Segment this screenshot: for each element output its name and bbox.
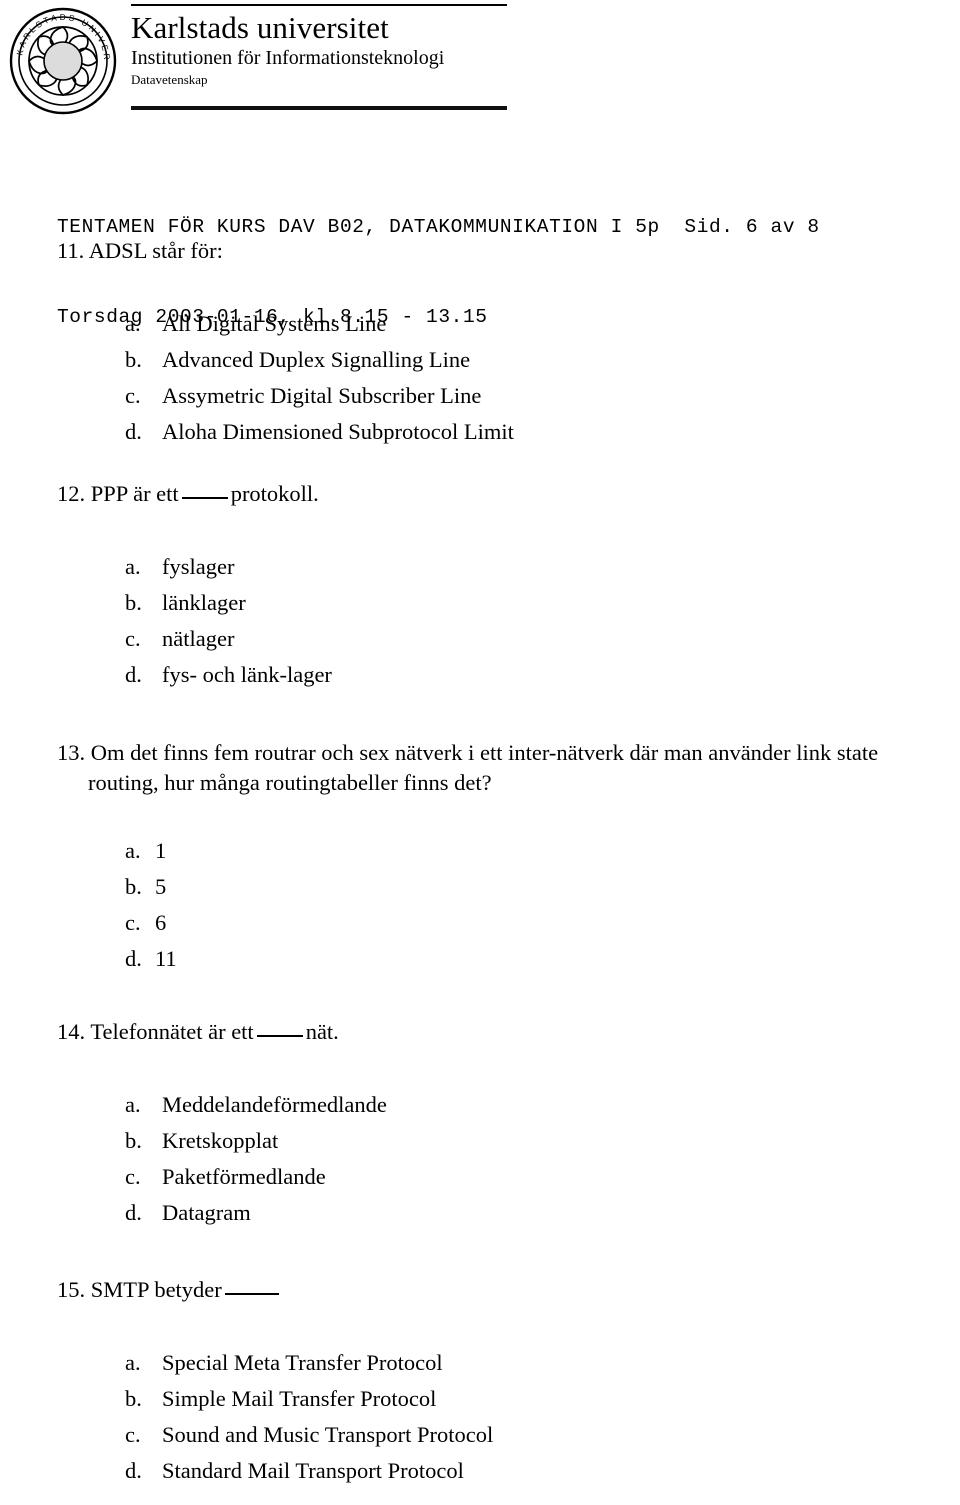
exam-title: TENTAMEN FÖR KURS DAV B02, DATAKOMMUNIKA… [57,216,660,238]
choice-15-d-label: d. [125,1458,142,1483]
choice-13-a-text: 1 [155,838,167,863]
choice-15-b-label: b. [125,1386,142,1411]
question-11-text: 11. ADSL står för: [57,236,937,266]
question-13-number: 13. [57,740,86,765]
choice-13-b[interactable]: b. 5 [125,869,937,905]
choice-14-c-text: Paketförmedlande [162,1164,326,1189]
question-12-body-before: PPP är ett [90,481,179,506]
subject-name: Datavetenskap [131,72,208,87]
choice-12-a[interactable]: a. fyslager [125,549,937,585]
question-13: 13. Om det finns fem routrar och sex nät… [57,738,937,993]
university-seal-icon: KARLSTADS UNIVERSITET [4,0,118,116]
choice-13-a[interactable]: a. 1 [125,833,937,869]
choice-12-c-label: c. [125,626,141,651]
question-14-body-after: nät. [305,1019,339,1044]
choice-13-c-text: 6 [155,910,167,935]
question-14-body-before: Telefonnätet är ett [90,1019,254,1044]
question-11-number: 11. [57,238,85,263]
choice-12-c[interactable]: c. nätlager [125,621,937,657]
choice-12-b-text: länklager [162,590,246,615]
choice-11-c-label: c. [125,383,141,408]
question-13-body: Om det finns fem routrar och sex nätverk… [88,740,879,795]
choice-14-a-label: a. [125,1092,141,1117]
question-11-body: ADSL står för: [88,238,223,263]
question-13-choices: a. 1 b. 5 c. 6 d. 11 [125,833,937,977]
choice-15-b[interactable]: b. Simple Mail Transfer Protocol [125,1381,937,1417]
question-12: 12. PPP är ett protokoll. a. fyslager b. lä… [57,479,937,709]
university-name: Karlstads universitet [131,10,389,45]
choice-15-c-text: Sound and Music Transport Protocol [162,1422,494,1447]
choice-12-a-label: a. [125,554,141,579]
choice-15-b-text: Simple Mail Transfer Protocol [162,1386,437,1411]
choice-14-d-label: d. [125,1200,142,1225]
choice-13-d[interactable]: d. 11 [125,941,937,977]
question-12-choices: a. fyslager b. länklager c. nätlager d. fys-… [125,549,937,693]
question-14-blank [256,1035,303,1037]
question-15-body-before: SMTP betyder [90,1277,222,1302]
choice-15-c[interactable]: c. Sound and Music Transport Protocol [125,1417,937,1453]
letterhead-text: Karlstads universitet Institutionen för … [131,4,507,88]
question-12-text: 12. PPP är ett protokoll. [57,479,937,509]
choice-11-c[interactable]: c. Assymetric Digital Subscriber Line [125,378,937,414]
question-15-blank [224,1293,279,1295]
choice-14-c[interactable]: c. Paketförmedlande [125,1159,937,1195]
choice-11-c-text: Assymetric Digital Subscriber Line [162,383,482,408]
choice-11-d[interactable]: d. Aloha Dimensioned Subprotocol Limit [125,414,937,450]
question-12-body-after: protokoll. [230,481,319,506]
question-15-choices: a. Special Meta Transfer Protocol b. Simpl… [125,1345,937,1489]
choice-14-c-label: c. [125,1164,141,1189]
choice-14-a[interactable]: a. Meddelandeförmedlande [125,1087,937,1123]
question-15: 15. SMTP betyder a. Special Meta Transfer… [57,1275,937,1505]
choice-11-a-label: a. [125,311,141,336]
choice-14-b[interactable]: b. Kretskopplat [125,1123,937,1159]
choice-14-d[interactable]: d. Datagram [125,1195,937,1231]
question-15-number: 15. [57,1277,86,1302]
choice-11-b[interactable]: b. Advanced Duplex Signalling Line [125,342,937,378]
choice-11-b-label: b. [125,347,142,372]
choice-15-a-text: Special Meta Transfer Protocol [162,1350,443,1375]
choice-12-b-label: b. [125,590,142,615]
letterhead: KARLSTADS UNIVERSITET Karlsta [0,0,960,128]
department-name: Institutionen för Informationsteknologi [131,47,445,69]
choice-12-a-text: fyslager [162,554,235,579]
choice-11-a-text: All Digital Systems Line [162,311,387,336]
choice-13-b-label: b. [125,874,142,899]
letterhead-top-rule [131,4,507,6]
choice-15-d[interactable]: d. Standard Mail Transport Protocol [125,1453,937,1489]
choice-11-d-text: Aloha Dimensioned Subprotocol Limit [162,419,514,444]
choice-11-d-label: d. [125,419,142,444]
choice-13-b-text: 5 [155,874,167,899]
choice-14-b-text: Kretskopplat [162,1128,279,1153]
choice-14-d-text: Datagram [162,1200,251,1225]
choice-15-a-label: a. [125,1350,141,1375]
choice-12-d-text: fys- och länk-lager [162,662,332,687]
choice-11-a[interactable]: a. All Digital Systems Line [125,306,937,342]
choice-13-d-text: 11 [155,946,177,971]
choice-13-d-label: d. [125,946,142,971]
choice-14-b-label: b. [125,1128,142,1153]
choice-14-a-text: Meddelandeförmedlande [162,1092,387,1117]
question-14-choices: a. Meddelandeförmedlande b. Kretskopplat c… [125,1087,937,1231]
question-14-number: 14. [57,1019,86,1044]
choice-11-b-text: Advanced Duplex Signalling Line [162,347,471,372]
question-11-choices: a. All Digital Systems Line b. Advanced Du… [125,306,937,450]
choice-12-d[interactable]: d. fys- och länk-lager [125,657,937,693]
question-12-number: 12. [57,481,86,506]
choice-13-c[interactable]: c. 6 [125,905,937,941]
letterhead-bottom-rule [131,106,507,110]
question-14-text: 14. Telefonnätet är ett nät. [57,1017,937,1047]
question-11: 11. ADSL står för: a. All Digital Systems… [57,236,937,466]
question-14: 14. Telefonnätet är ett nät. a. Meddelande… [57,1017,937,1247]
choice-12-b[interactable]: b. länklager [125,585,937,621]
question-12-blank [181,497,228,499]
question-15-text: 15. SMTP betyder [57,1275,937,1305]
choice-15-d-text: Standard Mail Transport Protocol [162,1458,464,1483]
choice-15-a[interactable]: a. Special Meta Transfer Protocol [125,1345,937,1381]
choice-13-c-label: c. [125,910,141,935]
question-13-text: 13. Om det finns fem routrar och sex nät… [57,738,937,798]
choice-15-c-label: c. [125,1422,141,1447]
choice-13-a-label: a. [125,838,141,863]
choice-12-c-text: nätlager [162,626,235,651]
choice-12-d-label: d. [125,662,142,687]
